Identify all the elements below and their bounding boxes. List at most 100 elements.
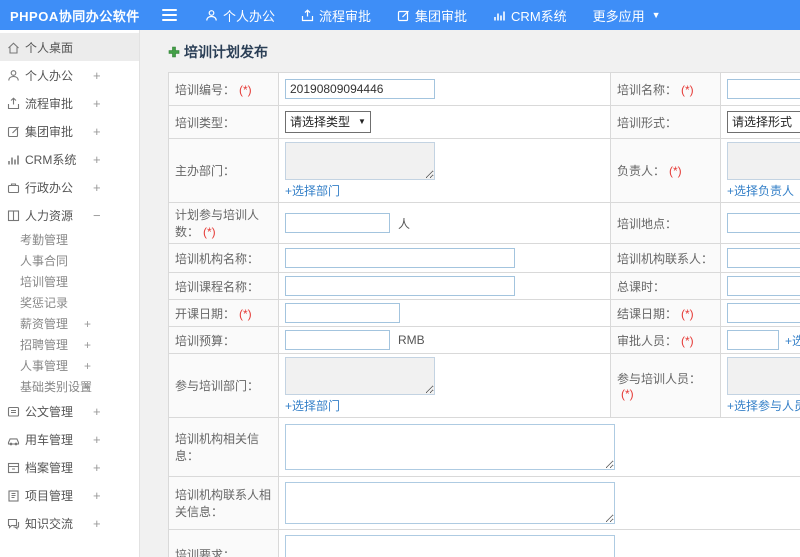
green-plus-icon [168,46,180,58]
sidebar-item-knowledge[interactable]: 知识交流 + [0,509,139,537]
nav-item-more-apps[interactable]: 更多应用 ▼ [593,6,661,25]
select-approver-link[interactable]: +选择审批人员 [785,332,800,349]
training-name-label: 培训名称： (*) [610,72,721,106]
caret-down-icon: ▼ [651,10,661,20]
org-contact-info-textarea[interactable] [285,482,615,524]
sidebar-subitem-rewards[interactable]: 奖惩记录 [0,292,139,313]
budget-input[interactable] [285,330,390,350]
form-row: 开课日期： (*) 结课日期： (*) [168,299,800,327]
course-name-input[interactable] [285,276,515,296]
training-mode-select[interactable]: 请选择形式▼ [727,111,800,133]
location-input[interactable] [727,213,800,233]
org-contact-input[interactable] [727,248,800,268]
select-dept-link[interactable]: +选择部门 [285,397,340,414]
end-date-input[interactable] [727,303,800,323]
edit-square-icon [7,125,20,138]
training-name-input[interactable] [727,79,800,99]
join-people-textarea[interactable] [727,357,800,395]
expand-icon[interactable]: + [93,460,101,475]
sidebar-subitem-personnel[interactable]: 人事管理 + [0,355,139,376]
expand-icon[interactable]: + [93,124,101,139]
expand-icon[interactable]: + [93,488,101,503]
nav-item-workflow-approval[interactable]: 流程审批 [301,6,371,25]
sidebar-item-admin-office[interactable]: 行政办公 + [0,173,139,201]
sidebar-item-workflow-approval[interactable]: 流程审批 + [0,89,139,117]
main-content: 培训计划发布 培训编号：(*) 培训名称：(*) 培训类型： 请选择类型▼ 培训… [140,30,800,557]
org-name-label: 培训机构名称： [168,243,279,273]
expand-icon[interactable]: + [93,432,101,447]
expand-icon[interactable]: + [84,380,91,394]
document-icon [7,405,20,418]
sidebar-subitem-attendance[interactable]: 考勤管理 [0,229,139,250]
sidebar-subitem-recruitment[interactable]: 招聘管理 + [0,334,139,355]
app-brand: PHPOA协同办公软件 [10,8,140,24]
sidebar-item-personal-office[interactable]: 个人办公 + [0,61,139,89]
clipboard-icon [7,489,20,502]
total-hours-input[interactable] [727,276,800,296]
chat-icon [7,517,20,530]
approver-input[interactable] [727,330,779,350]
home-icon [7,41,20,54]
nav-label: 流程审批 [319,8,372,24]
collapse-icon[interactable]: − [93,208,101,223]
org-info-textarea[interactable] [285,424,615,470]
expand-icon[interactable]: + [84,338,91,352]
sidebar-subitem-hr-contract[interactable]: 人事合同 [0,250,139,271]
nav-item-group-approval[interactable]: 集团审批 [397,6,467,25]
form-row: 主办部门： +选择部门 负责人： (*) +选择负责人 [168,138,800,203]
nav-item-personal-office[interactable]: 个人办公 [205,6,275,25]
host-dept-label: 主办部门： [168,138,279,203]
menu-toggle-icon[interactable] [162,9,177,21]
archive-icon [7,461,20,474]
expand-icon[interactable]: + [93,68,101,83]
sidebar-item-vehicle[interactable]: 用车管理 + [0,425,139,453]
edit-square-icon [397,9,410,22]
bar-chart-icon [493,9,506,22]
host-dept-textarea[interactable] [285,142,435,180]
unit-label: RMB [398,333,425,347]
select-dept-link[interactable]: +选择部门 [285,182,340,199]
sidebar-item-archives[interactable]: 档案管理 + [0,453,139,481]
select-participants-link[interactable]: +选择参与人员 [727,397,800,414]
form-row: 培训预算： RMB 审批人员：(*) +选择审批人员 [168,326,800,354]
sidebar-item-projects[interactable]: 项目管理 + [0,481,139,509]
org-name-input[interactable] [285,248,515,268]
org-contact-info-label: 培训机构联系人相关信息： [168,476,279,530]
planned-count-input[interactable] [285,213,390,233]
org-contact-label: 培训机构联系人： [610,243,721,273]
caret-down-icon: ▼ [358,117,366,126]
sidebar-item-personal-desktop[interactable]: 个人桌面 [0,33,139,61]
sidebar-subitem-base-category[interactable]: 基础类别设置 + [0,376,139,397]
nav-label: CRM系统 [511,8,567,24]
sidebar-item-group-approval[interactable]: 集团审批 + [0,117,139,145]
briefcase-icon [7,181,20,194]
expand-icon[interactable]: + [84,317,91,331]
requirements-label: 培训要求： [168,529,279,557]
expand-icon[interactable]: + [93,180,101,195]
sidebar-item-official-docs[interactable]: 公文管理 + [0,397,139,425]
expand-icon[interactable]: + [93,152,101,167]
sidebar-item-crm[interactable]: CRM系统 + [0,145,139,173]
requirements-textarea[interactable] [285,534,615,557]
start-date-label: 开课日期： (*) [168,299,279,327]
training-type-select[interactable]: 请选择类型 ▼ [285,111,371,133]
training-plan-form: 培训编号：(*) 培训名称：(*) 培训类型： 请选择类型▼ 培训形式： 请选择… [168,72,800,557]
expand-icon[interactable]: + [93,516,101,531]
form-row: 计划参与培训人数： (*) 人 培训地点： [168,202,800,244]
nav-item-crm[interactable]: CRM系统 [493,6,567,25]
expand-icon[interactable]: + [93,96,101,111]
training-type-label: 培训类型： [168,105,279,139]
leader-textarea[interactable] [727,142,800,180]
sidebar-subitem-salary[interactable]: 薪资管理 + [0,313,139,334]
sidebar-item-human-resources[interactable]: 人力资源 − [0,201,139,229]
sidebar: 个人桌面 个人办公 + 流程审批 + 集团审批 + CRM系统 + 行政办公 +… [0,30,140,557]
sidebar-subitem-training[interactable]: 培训管理 [0,271,139,292]
form-row: 培训机构相关信息： [168,417,800,477]
start-date-input[interactable] [285,303,400,323]
nav-label: 更多应用 [592,8,645,24]
expand-icon[interactable]: + [84,359,91,373]
select-leader-link[interactable]: +选择负责人 [727,182,794,199]
expand-icon[interactable]: + [93,404,101,419]
join-dept-textarea[interactable] [285,357,435,395]
training-number-input[interactable] [285,79,435,99]
